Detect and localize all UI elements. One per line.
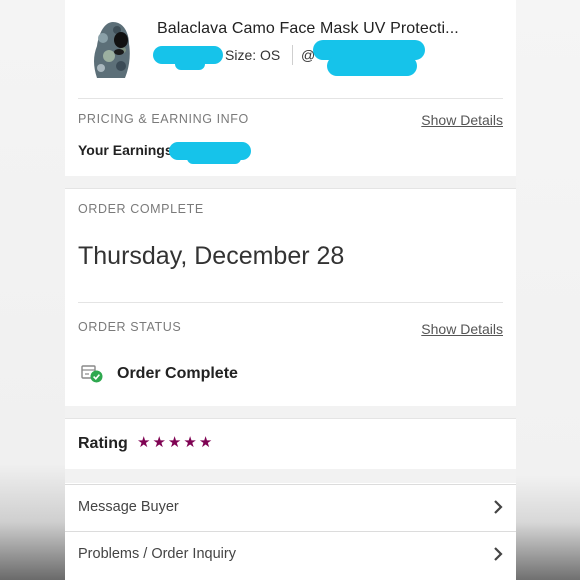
order-complete-section-label: ORDER COMPLETE	[78, 202, 204, 216]
star-icon: ★	[167, 434, 182, 451]
order-inquiry-row[interactable]: Problems / Order Inquiry	[65, 531, 516, 577]
product-thumbnail[interactable]	[83, 16, 139, 82]
divider	[78, 98, 503, 99]
pricing-show-details-link[interactable]: Show Details	[421, 112, 503, 128]
your-earnings-label: Your Earnings	[78, 142, 173, 158]
star-icon: ★	[152, 434, 166, 451]
product-title[interactable]: Balaclava Camo Face Mask UV Protecti...	[157, 20, 497, 38]
separator	[292, 45, 293, 65]
section-gap	[65, 469, 516, 483]
rating-label: Rating	[78, 435, 128, 452]
divider	[65, 418, 516, 419]
rating-stars: ★ ★ ★ ★ ★	[137, 434, 212, 452]
divider	[65, 188, 516, 189]
order-status-section-label: ORDER STATUS	[78, 320, 182, 334]
background-left	[0, 0, 65, 580]
order-complete-date: Thursday, December 28	[78, 242, 345, 270]
message-buyer-label: Message Buyer	[78, 499, 179, 515]
package-check-icon	[80, 362, 104, 384]
section-gap	[65, 176, 516, 188]
star-icon: ★	[137, 434, 151, 451]
order-status-show-details-link[interactable]: Show Details	[421, 321, 503, 337]
order-details-screen: Balaclava Camo Face Mask UV Protecti... …	[65, 0, 516, 580]
order-status-text: Order Complete	[117, 365, 238, 382]
redaction-mark	[327, 56, 417, 76]
redaction-mark	[187, 152, 241, 164]
redaction-mark	[175, 58, 205, 70]
chevron-right-icon	[492, 499, 504, 515]
product-size: Size: OS	[225, 47, 281, 63]
message-buyer-row[interactable]: Message Buyer	[65, 484, 516, 530]
divider	[78, 302, 503, 303]
pricing-section-label: PRICING & EARNING INFO	[78, 112, 249, 126]
star-icon: ★	[183, 434, 197, 451]
order-inquiry-label: Problems / Order Inquiry	[78, 546, 236, 562]
background-right	[516, 0, 580, 580]
chevron-right-icon	[492, 546, 504, 562]
star-icon: ★	[198, 434, 213, 451]
section-gap	[65, 406, 516, 418]
